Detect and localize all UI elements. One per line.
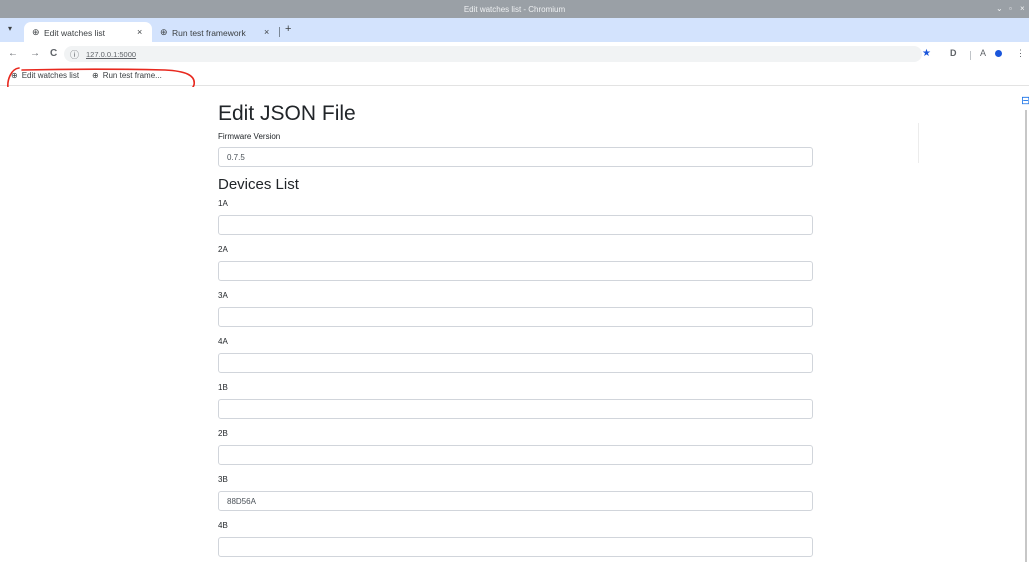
tab-run-test-framework[interactable]: ⊕ Run test framework × xyxy=(152,22,276,42)
address-bar[interactable]: ⓘ 127.0.0.1:5000 xyxy=(64,46,922,62)
device-label-0: 1A xyxy=(218,199,228,208)
device-label-4: 1B xyxy=(218,383,228,392)
bookmark-label: Edit watches list xyxy=(21,71,80,80)
device-label-3: 4A xyxy=(218,337,228,346)
arrow-left-icon: ← xyxy=(8,48,18,59)
menu-dots-icon[interactable]: ⋮ xyxy=(1016,48,1025,59)
devices-list-heading: Devices List xyxy=(218,176,299,193)
tab-edit-watches-list[interactable]: ⊕ Edit watches list × xyxy=(24,22,152,42)
divider xyxy=(918,123,919,163)
tab-label: Edit watches list xyxy=(44,28,105,38)
bookmarks-bar: ⊕ Edit watches list ⊕ Run test frame... xyxy=(0,66,1029,86)
device-input-7[interactable] xyxy=(218,537,813,557)
site-info-icon[interactable]: ⓘ xyxy=(70,48,79,61)
reload-icon: C xyxy=(50,48,58,59)
media-controls-icon[interactable]: A xyxy=(980,48,986,58)
bookmark-star-icon[interactable]: ★ xyxy=(922,48,931,59)
page-title: Edit JSON File xyxy=(218,102,356,125)
page-content: ⊟ Edit JSON File Firmware Version Device… xyxy=(0,87,1029,562)
extensions-icon[interactable]: D xyxy=(950,48,957,58)
firmware-version-input[interactable] xyxy=(218,147,813,167)
device-label-2: 3A xyxy=(218,291,228,300)
device-label-6: 3B xyxy=(218,475,228,484)
device-input-4[interactable] xyxy=(218,399,813,419)
device-label-5: 2B xyxy=(218,429,228,438)
browser-toolbar: ← → C ⓘ 127.0.0.1:5000 ★ D A ⋮ xyxy=(0,42,1029,66)
minimize-button[interactable]: ⌄ xyxy=(996,4,1003,13)
reload-button[interactable]: C xyxy=(50,48,57,59)
forward-button[interactable]: → xyxy=(30,48,40,59)
tab-search-button[interactable]: ▾ xyxy=(8,24,12,33)
url-text[interactable]: 127.0.0.1:5000 xyxy=(86,50,136,59)
scrollbar-thumb[interactable] xyxy=(1025,110,1027,562)
tab-strip: ▾ ⊕ Edit watches list × ⊕ Run test frame… xyxy=(0,18,1029,42)
device-input-6[interactable] xyxy=(218,491,813,511)
tab-close-button[interactable]: × xyxy=(264,27,269,37)
arrow-right-icon: → xyxy=(30,48,40,59)
close-window-button[interactable]: × xyxy=(1020,4,1025,13)
device-label-7: 4B xyxy=(218,521,228,530)
tab-close-button[interactable]: × xyxy=(137,27,142,37)
profile-avatar[interactable] xyxy=(995,50,1002,57)
back-button[interactable]: ← xyxy=(8,48,18,59)
toolbar-separator xyxy=(970,51,971,60)
chevron-down-icon: ▾ xyxy=(8,24,13,33)
tab-label: Run test framework xyxy=(172,28,246,38)
device-input-3[interactable] xyxy=(218,353,813,373)
globe-icon: ⊕ xyxy=(32,27,40,37)
device-input-1[interactable] xyxy=(218,261,813,281)
device-input-5[interactable] xyxy=(218,445,813,465)
globe-icon: ⊕ xyxy=(11,71,18,80)
bookmark-edit-watches-list[interactable]: ⊕ Edit watches list xyxy=(11,71,79,80)
side-panel-icon[interactable]: ⊟ xyxy=(1021,94,1029,107)
device-label-1: 2A xyxy=(218,245,228,254)
window-title: Edit watches list - Chromium xyxy=(463,5,566,14)
globe-icon: ⊕ xyxy=(92,71,99,80)
globe-icon: ⊕ xyxy=(160,27,168,37)
firmware-version-label: Firmware Version xyxy=(218,132,281,141)
window-title-bar: Edit watches list - Chromium ⌄ ▫ × xyxy=(0,0,1029,18)
maximize-button[interactable]: ▫ xyxy=(1009,4,1012,13)
browser-window: Edit watches list - Chromium ⌄ ▫ × ▾ ⊕ E… xyxy=(0,0,1029,562)
device-input-2[interactable] xyxy=(218,307,813,327)
bookmark-run-test-framework[interactable]: ⊕ Run test frame... xyxy=(92,71,162,80)
bookmark-label: Run test frame... xyxy=(102,71,162,80)
new-tab-button[interactable]: + xyxy=(285,23,291,35)
tab-separator xyxy=(279,27,280,37)
device-input-0[interactable] xyxy=(218,215,813,235)
